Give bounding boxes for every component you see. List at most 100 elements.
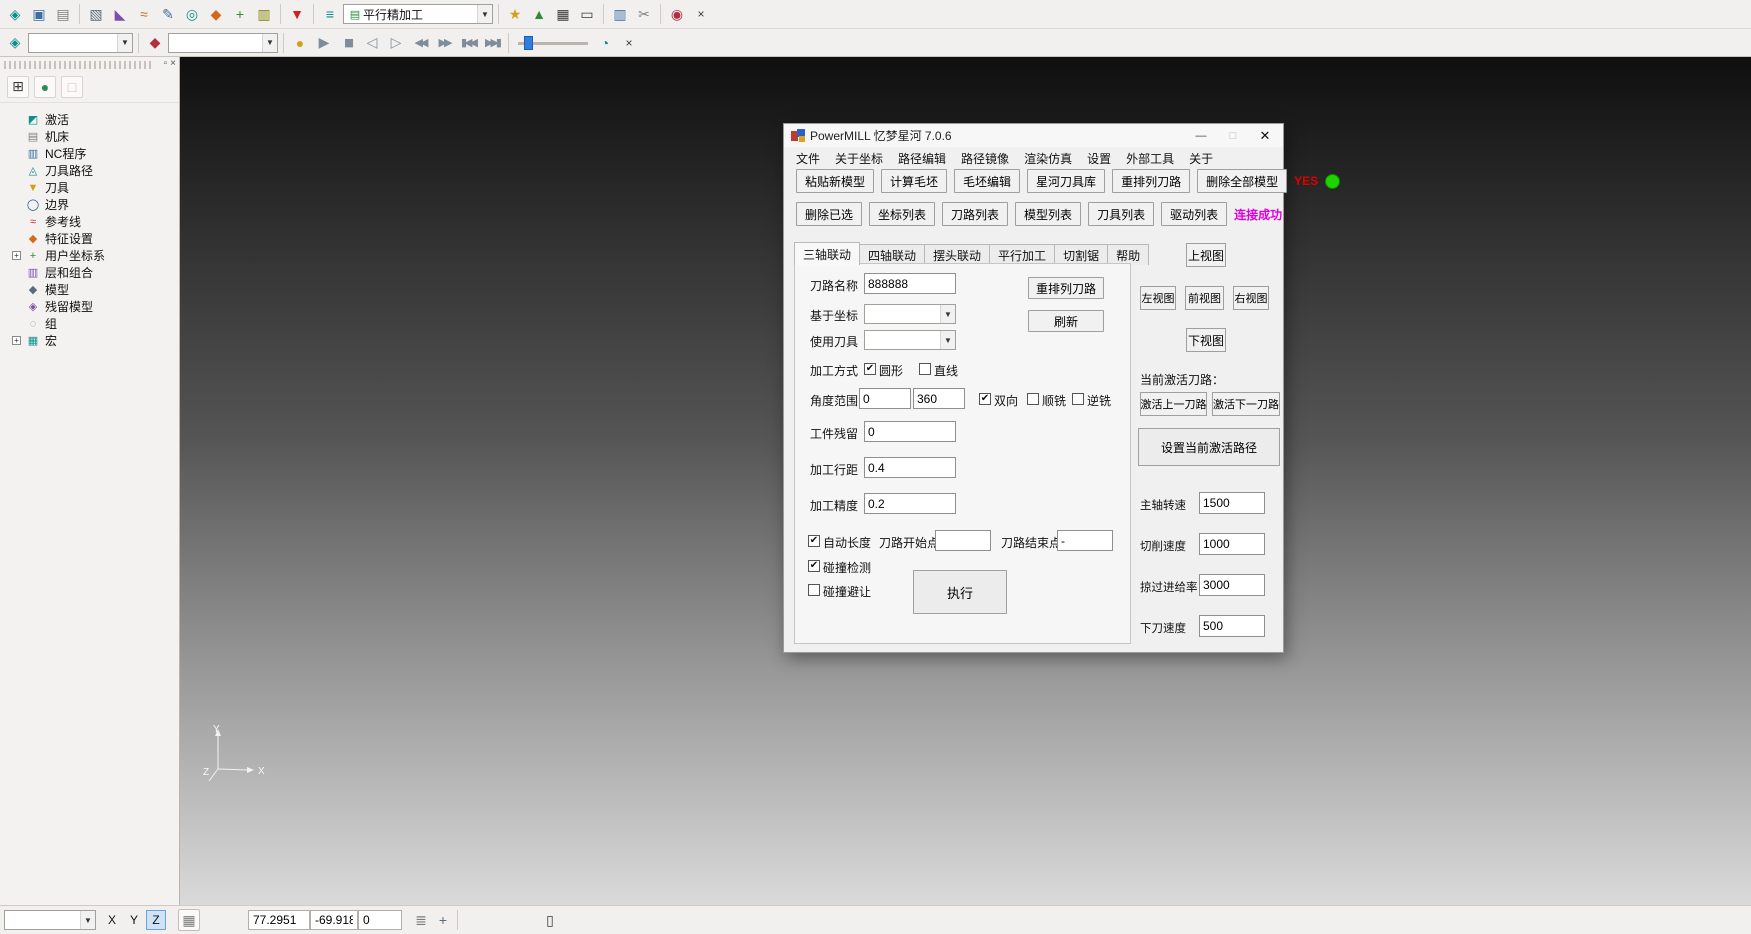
clipboard-icon[interactable]: ▥ [253, 3, 275, 25]
toolpath-icon[interactable]: ≈ [133, 3, 155, 25]
tree-item-stock-model[interactable]: ◈残留模型 [0, 298, 179, 315]
step-forward-icon[interactable]: ▷ [385, 32, 407, 54]
stock-edit-button[interactable]: 毛坯编辑 [954, 169, 1020, 193]
dialog-titlebar[interactable]: PowerMILL 忆梦星河 7.0.6 — □ ✕ [784, 124, 1283, 147]
left-view-button[interactable]: 左视图 [1140, 286, 1176, 310]
climb-checkbox[interactable] [1027, 393, 1039, 405]
tree-item-toolpath[interactable]: ◬刀具路径 [0, 162, 179, 179]
tab-saw[interactable]: 切割锯 [1054, 244, 1108, 265]
toolpath-list-button[interactable]: 刀路列表 [942, 202, 1008, 226]
calc-stock-button[interactable]: 计算毛坯 [881, 169, 947, 193]
stats-icon[interactable]: ▥ [609, 3, 631, 25]
coord-list-button[interactable]: 坐标列表 [869, 202, 935, 226]
front-view-button[interactable]: 前视图 [1185, 286, 1224, 310]
tree-item-machine[interactable]: ▤机床 [0, 128, 179, 145]
timer-icon[interactable]: ◔ [594, 32, 616, 54]
coord-z-input[interactable] [358, 910, 402, 930]
menu-about[interactable]: 关于 [1189, 150, 1213, 167]
expander-icon[interactable]: + [12, 251, 21, 260]
feature-icon[interactable]: ◆ [205, 3, 227, 25]
menu-settings[interactable]: 设置 [1087, 150, 1111, 167]
tab-3axis[interactable]: 三轴联动 [794, 242, 860, 265]
scissors-icon[interactable]: ✂ [633, 3, 655, 25]
plunge-speed-input[interactable] [1199, 615, 1265, 637]
tree-item-levels[interactable]: ▥层和组合 [0, 264, 179, 281]
end-point-input[interactable] [1057, 530, 1113, 551]
tree-item-group[interactable]: ◌组 [0, 315, 179, 332]
speed-slider[interactable] [518, 34, 588, 52]
toolbar-close-icon[interactable]: × [618, 32, 640, 54]
pause-icon[interactable]: ▮▮ [337, 32, 359, 54]
tab-4axis[interactable]: 四轴联动 [859, 244, 925, 265]
close-icon[interactable]: ✕ [1249, 125, 1281, 146]
angle-to-input[interactable] [913, 388, 965, 409]
menu-path-mirror[interactable]: 路径镜像 [961, 150, 1009, 167]
slider-handle[interactable] [524, 36, 533, 50]
hierarchy-icon[interactable]: ⊞ [7, 76, 29, 98]
tree-item-nc-program[interactable]: ▥NC程序 [0, 145, 179, 162]
strategy-combo[interactable]: ▤ 平行精加工 ▼ [343, 4, 493, 24]
activate-next-button[interactable]: 激活下一刀路 [1212, 392, 1280, 416]
bottom-view-button[interactable]: 下视图 [1186, 328, 1226, 352]
activate-prev-button[interactable]: 激活上一刀路 [1140, 392, 1207, 416]
tree-item-activate[interactable]: ◩激活 [0, 111, 179, 128]
tree-item-pattern[interactable]: ≈参考线 [0, 213, 179, 230]
grid-toggle-icon[interactable]: ▦ [178, 909, 200, 931]
start-point-input[interactable] [935, 530, 991, 551]
workplane-icon[interactable]: + [229, 3, 251, 25]
based-coord-combo[interactable]: ▼ [864, 304, 956, 324]
angle-from-input[interactable] [859, 388, 911, 409]
tree-item-tool[interactable]: ▼刀具 [0, 179, 179, 196]
stepover-input[interactable] [864, 457, 956, 478]
line-checkbox[interactable] [919, 363, 931, 375]
save-icon[interactable]: ▣ [28, 3, 50, 25]
measure-icon[interactable]: ▭ [576, 3, 598, 25]
execute-button[interactable]: 执行 [913, 570, 1007, 614]
rearrange-toolpath-button[interactable]: 重排列刀路 [1112, 169, 1190, 193]
toolbar-close-icon[interactable]: × [690, 3, 712, 25]
plot-icon[interactable]: ▲ [528, 3, 550, 25]
tree-item-workplane[interactable]: ++用户坐标系 [0, 247, 179, 264]
axis-y-button[interactable]: Y [124, 910, 144, 930]
tree-item-feature-set[interactable]: ◆特征设置 [0, 230, 179, 247]
step-back-icon[interactable]: ◁ [361, 32, 383, 54]
menu-coords[interactable]: 关于坐标 [835, 150, 883, 167]
layers-icon[interactable]: ◈ [4, 3, 26, 25]
rewind-icon[interactable]: ◀◀ [409, 32, 431, 54]
coord-x-input[interactable] [248, 910, 310, 930]
entity-combo[interactable]: ▼ [28, 33, 133, 53]
collision-avoid-checkbox[interactable] [808, 584, 820, 596]
delete-all-models-button[interactable]: 删除全部模型 [1197, 169, 1287, 193]
tab-help[interactable]: 帮助 [1107, 244, 1149, 265]
tab-parallel[interactable]: 平行加工 [989, 244, 1055, 265]
rearrange-button[interactable]: 重排列刀路 [1028, 277, 1104, 299]
maximize-icon[interactable]: □ [1217, 125, 1249, 146]
play-icon[interactable]: ▶ [313, 32, 335, 54]
tool-list-button[interactable]: 刀具列表 [1088, 202, 1154, 226]
tree-item-model[interactable]: ◆模型 [0, 281, 179, 298]
paste-down-icon[interactable]: ▼ [286, 3, 308, 25]
cutting-speed-input[interactable] [1199, 533, 1265, 555]
stock-remain-input[interactable] [864, 421, 956, 442]
collision-check-checkbox[interactable] [808, 560, 820, 572]
go-end-icon[interactable]: ▶▶▮ [481, 32, 503, 54]
globe-icon[interactable]: ● [34, 76, 56, 98]
circle-checkbox[interactable] [864, 363, 876, 375]
plane-icon[interactable]: ◣ [109, 3, 131, 25]
model-list-button[interactable]: 模型列表 [1015, 202, 1081, 226]
block-icon[interactable]: ▧ [85, 3, 107, 25]
skim-feed-input[interactable] [1199, 574, 1265, 596]
spindle-speed-input[interactable] [1199, 492, 1265, 514]
pattern-icon[interactable]: ✎ [157, 3, 179, 25]
tab-swivel[interactable]: 摆头联动 [924, 244, 990, 265]
use-tool-combo[interactable]: ▼ [864, 330, 956, 350]
axis-z-button[interactable]: Z [146, 910, 166, 930]
tree-item-boundary[interactable]: ◯边界 [0, 196, 179, 213]
tool-library-button[interactable]: 星河刀具库 [1027, 169, 1105, 193]
relative-axis-icon[interactable]: + [432, 909, 454, 931]
layers-icon[interactable]: ◈ [4, 32, 26, 54]
panel-close-icon[interactable]: × [170, 58, 176, 69]
delete-selected-button[interactable]: 删除已选 [796, 202, 862, 226]
tool-combo[interactable]: ▼ [168, 33, 278, 53]
minimize-icon[interactable]: — [1185, 125, 1217, 146]
